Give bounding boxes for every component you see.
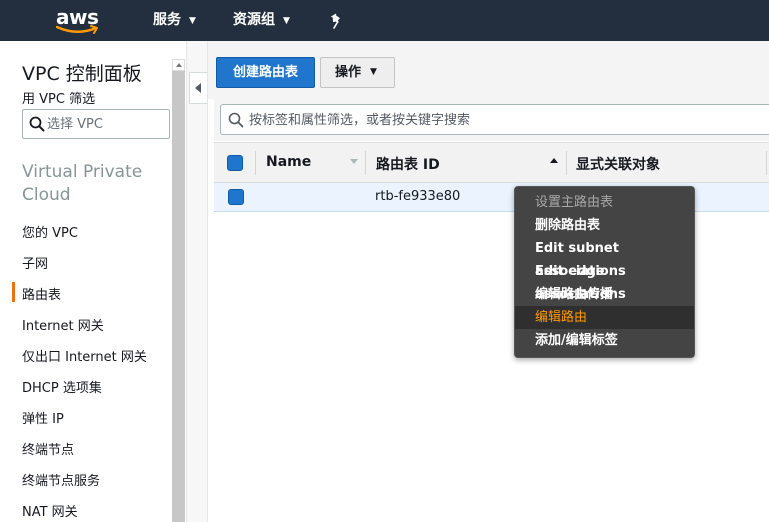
- chevron-down-icon: ▼: [189, 16, 196, 26]
- resource-groups-label: 资源组: [233, 12, 275, 28]
- menu-item-delete-route-table[interactable]: 删除路由表: [515, 214, 694, 237]
- column-divider[interactable]: [365, 151, 366, 175]
- sidebar-item-route-tables[interactable]: 路由表: [11, 282, 61, 303]
- vpc-filter-label: 用 VPC 筛选: [22, 92, 96, 107]
- search-input[interactable]: [249, 110, 749, 130]
- chevron-down-icon: ▼: [370, 67, 377, 77]
- chevron-down-icon: ▼: [283, 16, 290, 26]
- create-route-table-button[interactable]: 创建路由表: [216, 57, 315, 88]
- sidebar-item-nat-gateways[interactable]: NAT 网关: [22, 501, 78, 520]
- vpc-filter-select[interactable]: [22, 109, 170, 139]
- sidebar-item-elastic-ips[interactable]: 弹性 IP: [22, 408, 64, 427]
- toolbar: 创建路由表 操作 ▼: [208, 41, 769, 99]
- sidebar-item-dhcp-options[interactable]: DHCP 选项集: [22, 377, 102, 396]
- pin-icon[interactable]: [329, 13, 345, 29]
- table-header: Name 路由表 ID 显式关联对象: [214, 142, 769, 183]
- menu-item-edit-edge-associations[interactable]: Edit edge associations: [515, 260, 694, 302]
- column-header-associations[interactable]: 显式关联对象: [576, 154, 660, 174]
- sort-icon[interactable]: [550, 158, 558, 163]
- services-label: 服务: [153, 12, 181, 28]
- sidebar-item-endpoint-services[interactable]: 终端节点服务: [22, 470, 100, 489]
- sidebar-item-your-vpcs[interactable]: 您的 VPC: [22, 222, 78, 241]
- sidebar-item-egress-only-gateways[interactable]: 仅出口 Internet 网关: [22, 346, 147, 365]
- aws-logo[interactable]: aws: [52, 4, 104, 36]
- resource-groups-menu[interactable]: 资源组 ▼: [233, 0, 290, 41]
- top-navigation: aws 服务 ▼ 资源组 ▼: [0, 0, 769, 41]
- sidebar-item-endpoints[interactable]: 终端节点: [22, 439, 74, 458]
- menu-item-add-edit-tags[interactable]: 添加/编辑标签: [515, 329, 694, 352]
- sidebar-scrollbar[interactable]: [172, 59, 185, 522]
- column-divider: [255, 151, 256, 175]
- collapse-arrow-icon[interactable]: [189, 72, 207, 104]
- sidebar-item-subnets[interactable]: 子网: [22, 253, 48, 272]
- column-divider[interactable]: [766, 151, 767, 175]
- menu-item-edit-subnet-associations[interactable]: Edit subnet associations: [515, 237, 694, 279]
- select-all-checkbox[interactable]: [227, 155, 243, 171]
- column-header-route-table-id[interactable]: 路由表 ID: [376, 154, 440, 174]
- sidebar-section-title: Virtual Private Cloud: [22, 162, 143, 205]
- search-icon: [228, 112, 244, 128]
- column-divider[interactable]: [566, 151, 567, 175]
- cell-route-table-id[interactable]: rtb-fe933e80: [375, 189, 460, 204]
- sidebar-title[interactable]: VPC 控制面板: [22, 59, 142, 86]
- aws-smile-icon: [56, 25, 98, 34]
- column-header-name[interactable]: Name: [266, 154, 311, 170]
- actions-button[interactable]: 操作 ▼: [320, 57, 395, 88]
- search-bar[interactable]: [220, 104, 769, 135]
- sort-icon[interactable]: [350, 159, 358, 164]
- row-checkbox[interactable]: [228, 189, 244, 205]
- sidebar: VPC 控制面板 用 VPC 筛选 Virtual Private Cloud …: [0, 41, 186, 522]
- vpc-filter-input[interactable]: [47, 114, 165, 134]
- menu-item-edit-routes[interactable]: 编辑路由: [515, 306, 694, 329]
- sidebar-collapse-strip: [186, 41, 208, 522]
- actions-context-menu: 设置主路由表 删除路由表 Edit subnet associations Ed…: [514, 186, 695, 358]
- actions-button-label: 操作: [335, 65, 362, 80]
- menu-item-set-main-route-table: 设置主路由表: [535, 195, 614, 210]
- search-icon: [29, 116, 45, 132]
- sidebar-item-internet-gateways[interactable]: Internet 网关: [22, 315, 104, 334]
- menu-item-edit-route-propagation[interactable]: 编辑路由传播: [515, 283, 694, 306]
- services-menu[interactable]: 服务 ▼: [153, 0, 196, 41]
- scroll-up-icon[interactable]: [172, 59, 185, 71]
